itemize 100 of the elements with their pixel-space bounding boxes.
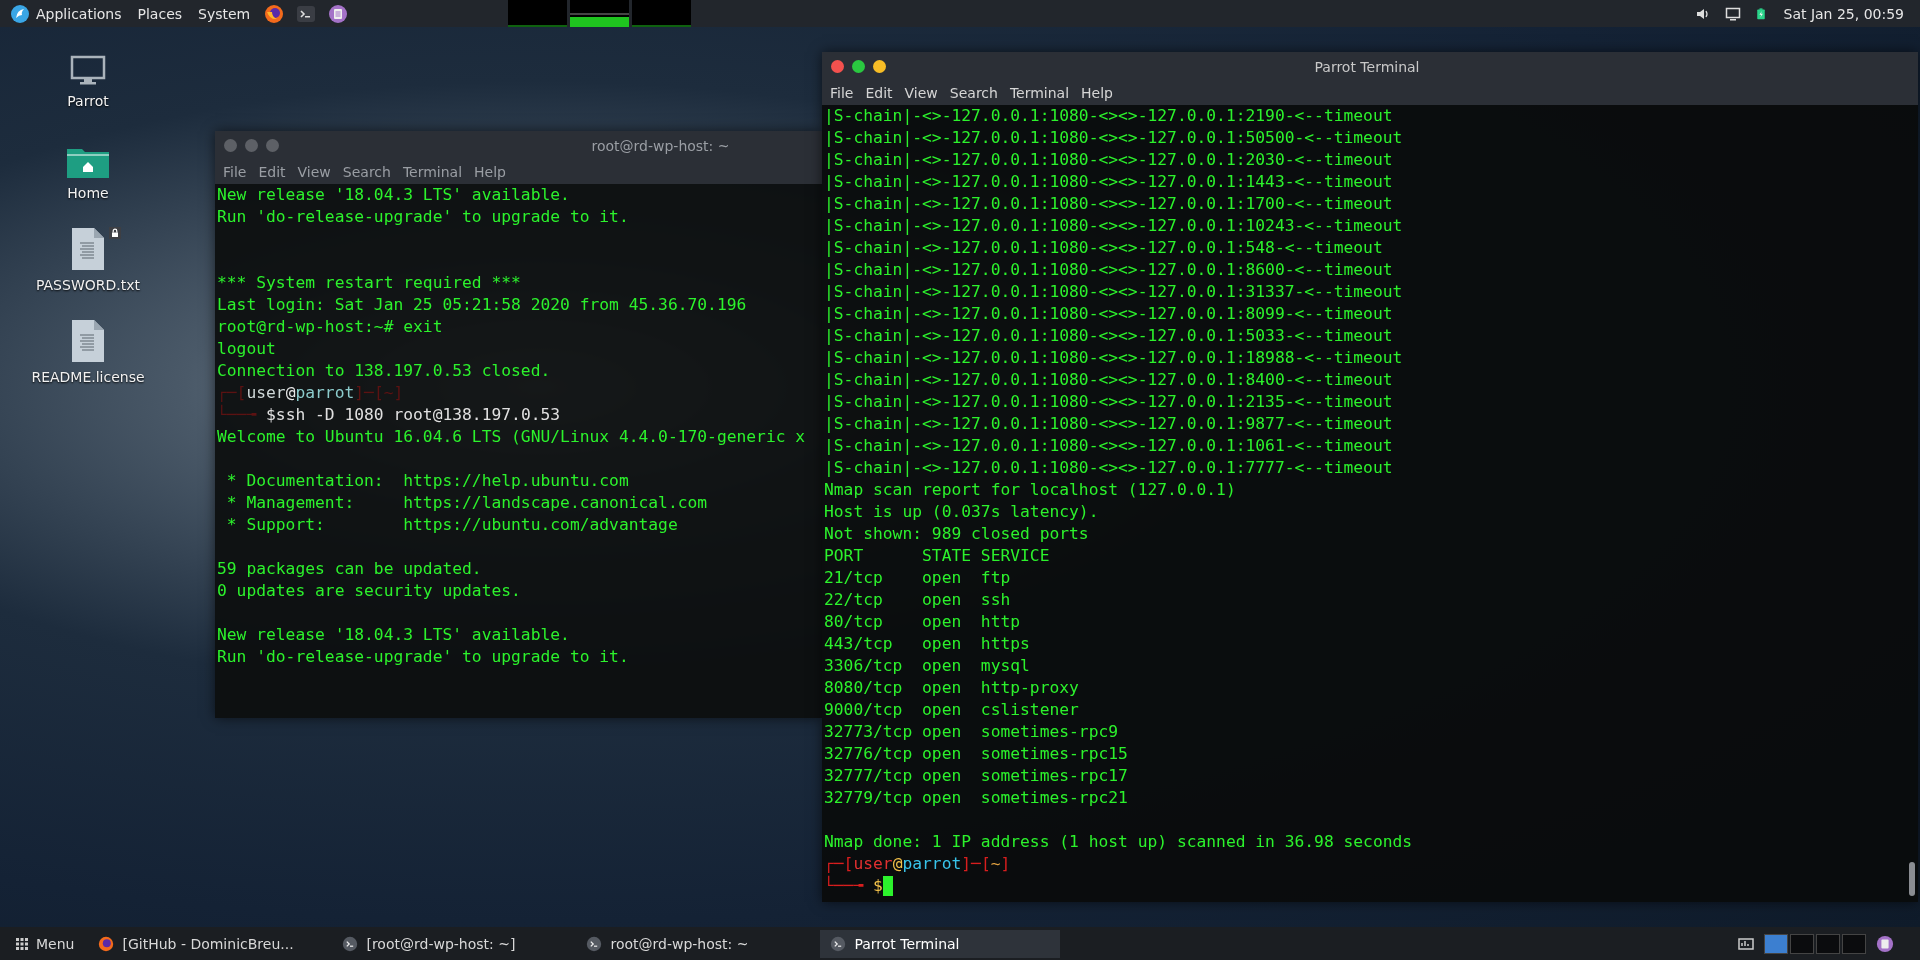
terminal-line: |S-chain|-<>-127.0.0.1:1080-<><>-127.0.0.1:10243-<--timeout — [824, 215, 1403, 237]
terminal-line: |S-chain|-<>-127.0.0.1:1080-<><>-127.0.0.1:2190-<--timeout — [824, 105, 1393, 127]
prompt-text: @ — [285, 382, 296, 404]
taskbar-button[interactable]: [root@rd-wp-host: ~] — [332, 929, 573, 958]
menu-item[interactable]: File — [824, 85, 860, 101]
terminal-line: * Management: https://landscape.canonical.com — [225, 492, 708, 514]
menu-button[interactable]: Menu — [6, 929, 85, 958]
desktop-icon-label[interactable]: Home — [67, 185, 109, 201]
prompt-text: └──╼ — [217, 404, 258, 426]
workspace-switcher[interactable] — [1816, 933, 1840, 954]
text-file-icon[interactable] — [71, 227, 105, 271]
terminal-line: 21/tcp open ftp — [824, 567, 1011, 589]
prompt-text: user — [853, 853, 893, 875]
panel-menu[interactable]: Applications — [6, 3, 126, 24]
desktop-icon-label[interactable]: README.license — [31, 369, 145, 385]
menu-item[interactable]: Edit — [859, 85, 899, 101]
home-folder-icon[interactable] — [66, 147, 110, 179]
terminal-line: 0 updates are security updates. — [217, 580, 521, 602]
scrollbar[interactable] — [1909, 862, 1915, 896]
browser-launcher-icon[interactable] — [264, 3, 285, 24]
terminal-launcher-icon[interactable] — [296, 3, 317, 24]
workspace-switcher[interactable] — [1764, 933, 1788, 954]
terminal-line: |S-chain|-<>-127.0.0.1:1080-<><>-127.0.0.1:2030-<--timeout — [824, 149, 1393, 171]
network-icon[interactable] — [1738, 935, 1754, 952]
taskbar-button[interactable]: root@rd-wp-host: ~ — [576, 929, 817, 958]
terminal-line: |S-chain|-<>-127.0.0.1:1080-<><>-127.0.0.1:548-<--timeout — [824, 237, 1383, 259]
monitor-icon[interactable] — [70, 55, 106, 87]
screen-icon[interactable] — [1724, 5, 1741, 22]
terminal-line: 8080/tcp open http-proxy — [824, 677, 1079, 699]
terminal-line: 32773/tcp open sometimes-rpc9 — [824, 721, 1119, 743]
terminal-line: * Documentation: https://help.ubuntu.com — [225, 470, 629, 492]
system-monitor-graph — [570, 0, 630, 27]
workspace-switcher[interactable] — [1790, 933, 1814, 954]
terminal-line: |S-chain|-<>-127.0.0.1:1080-<><>-127.0.0.1:31337-<--timeout — [824, 281, 1403, 303]
terminal-line: 32779/tcp open sometimes-rpc21 — [824, 787, 1128, 809]
terminal-line: 22/tcp open ssh — [824, 589, 1011, 611]
window-title: root@rd-wp-host: ~ — [590, 137, 731, 154]
terminal-line: |S-chain|-<>-127.0.0.1:1080-<><>-127.0.0.1:18988-<--timeout — [824, 347, 1403, 369]
prompt-text: ] — [1000, 853, 1011, 875]
terminal-line: *** System restart required *** — [217, 272, 521, 294]
menu-item[interactable]: Help — [1075, 85, 1119, 101]
prompt-text: ┌─[ — [217, 382, 247, 404]
clock[interactable]: Sat Jan 25, 00:59 — [1783, 5, 1904, 22]
text-file-icon[interactable] — [71, 319, 105, 363]
terminal-line: 59 packages can be updated. — [217, 558, 482, 580]
terminal-icon — [830, 935, 847, 952]
prompt-text: ssh -D 1080 root@138.197.0.53 — [275, 404, 561, 426]
terminal-line: Run 'do-release-upgrade' to upgrade to it. — [217, 206, 629, 228]
notes-icon[interactable] — [1876, 934, 1894, 953]
battery-icon[interactable] — [1754, 5, 1767, 22]
prompt-text: ~ — [990, 853, 1001, 875]
system-monitor-graph — [632, 0, 692, 27]
prompt-text: ] — [393, 382, 404, 404]
notes-launcher-icon[interactable] — [328, 3, 349, 24]
menu-item[interactable]: Terminal — [1003, 85, 1076, 101]
terminal-line: Last login: Sat Jan 25 05:21:58 2020 from 45.36.70.196 — [217, 294, 747, 316]
prompt-text: ]─[ — [354, 382, 384, 404]
terminal-icon — [342, 935, 359, 952]
workspace-switcher[interactable] — [1842, 933, 1866, 954]
terminal-line: 32777/tcp open sometimes-rpc17 — [824, 765, 1128, 787]
window-title: Parrot Terminal — [1313, 58, 1421, 75]
terminal-line: Not shown: 989 closed ports — [824, 523, 1089, 545]
menu-item[interactable]: View — [898, 85, 944, 101]
terminal-line: * Support: https://ubuntu.com/advantage — [225, 514, 678, 536]
terminal-line: root@rd-wp-host:~# exit — [217, 316, 443, 338]
close-button[interactable] — [831, 60, 844, 73]
terminal-line: Run 'do-release-upgrade' to upgrade to it. — [217, 646, 629, 668]
terminal-line: |S-chain|-<>-127.0.0.1:1080-<><>-127.0.0.1:8099-<--timeout — [824, 303, 1393, 325]
prompt-text: ]─[ — [961, 853, 991, 875]
menu-item[interactable]: Search — [943, 85, 1004, 101]
terminal-line: New release '18.04.3 LTS' available. — [217, 184, 570, 206]
terminal-line: 443/tcp open https — [824, 633, 1030, 655]
desktop-icon-label[interactable]: PASSWORD.txt — [36, 277, 140, 293]
taskbar-button[interactable]: Parrot Terminal — [820, 929, 1061, 958]
panel-menu[interactable]: Places — [133, 5, 187, 22]
terminal-line: |S-chain|-<>-127.0.0.1:1080-<><>-127.0.0.1:8400-<--timeout — [824, 369, 1393, 391]
terminal-icon — [586, 935, 603, 952]
terminal-line: logout — [217, 338, 276, 360]
prompt-text: parrot — [902, 853, 962, 875]
terminal-line: PORT STATE SERVICE — [824, 545, 1050, 567]
prompt-text: $ — [266, 404, 276, 426]
terminal-line: |S-chain|-<>-127.0.0.1:1080-<><>-127.0.0.1:5033-<--timeout — [824, 325, 1393, 347]
minimize-button[interactable] — [873, 60, 886, 73]
taskbar-button[interactable]: [GitHub - DominicBreu... — [88, 929, 329, 958]
terminal-line: 9000/tcp open cslistener — [824, 699, 1079, 721]
browser-icon — [98, 935, 115, 952]
terminal-line: |S-chain|-<>-127.0.0.1:1080-<><>-127.0.0.1:7777-<--timeout — [824, 457, 1393, 479]
desktop-icon-label[interactable]: Parrot — [67, 93, 109, 109]
prompt-text: user — [246, 382, 286, 404]
terminal-line: |S-chain|-<>-127.0.0.1:1080-<><>-127.0.0.1:8600-<--timeout — [824, 259, 1393, 281]
terminal-line: |S-chain|-<>-127.0.0.1:1080-<><>-127.0.0.1:9877-<--timeout — [824, 413, 1393, 435]
terminal-line: Nmap done: 1 IP address (1 host up) scanned in 36.98 seconds — [824, 831, 1413, 853]
system-monitor-graph — [508, 0, 568, 27]
prompt-text: ┌─[ — [824, 853, 854, 875]
terminal-line: Connection to 138.197.0.53 closed. — [217, 360, 551, 382]
parrot-logo-icon — [10, 3, 30, 24]
panel-menu[interactable]: System — [194, 5, 255, 22]
terminal-line: 32776/tcp open sometimes-rpc15 — [824, 743, 1128, 765]
maximize-button[interactable] — [852, 60, 865, 73]
terminal-line: 80/tcp open http — [824, 611, 1021, 633]
